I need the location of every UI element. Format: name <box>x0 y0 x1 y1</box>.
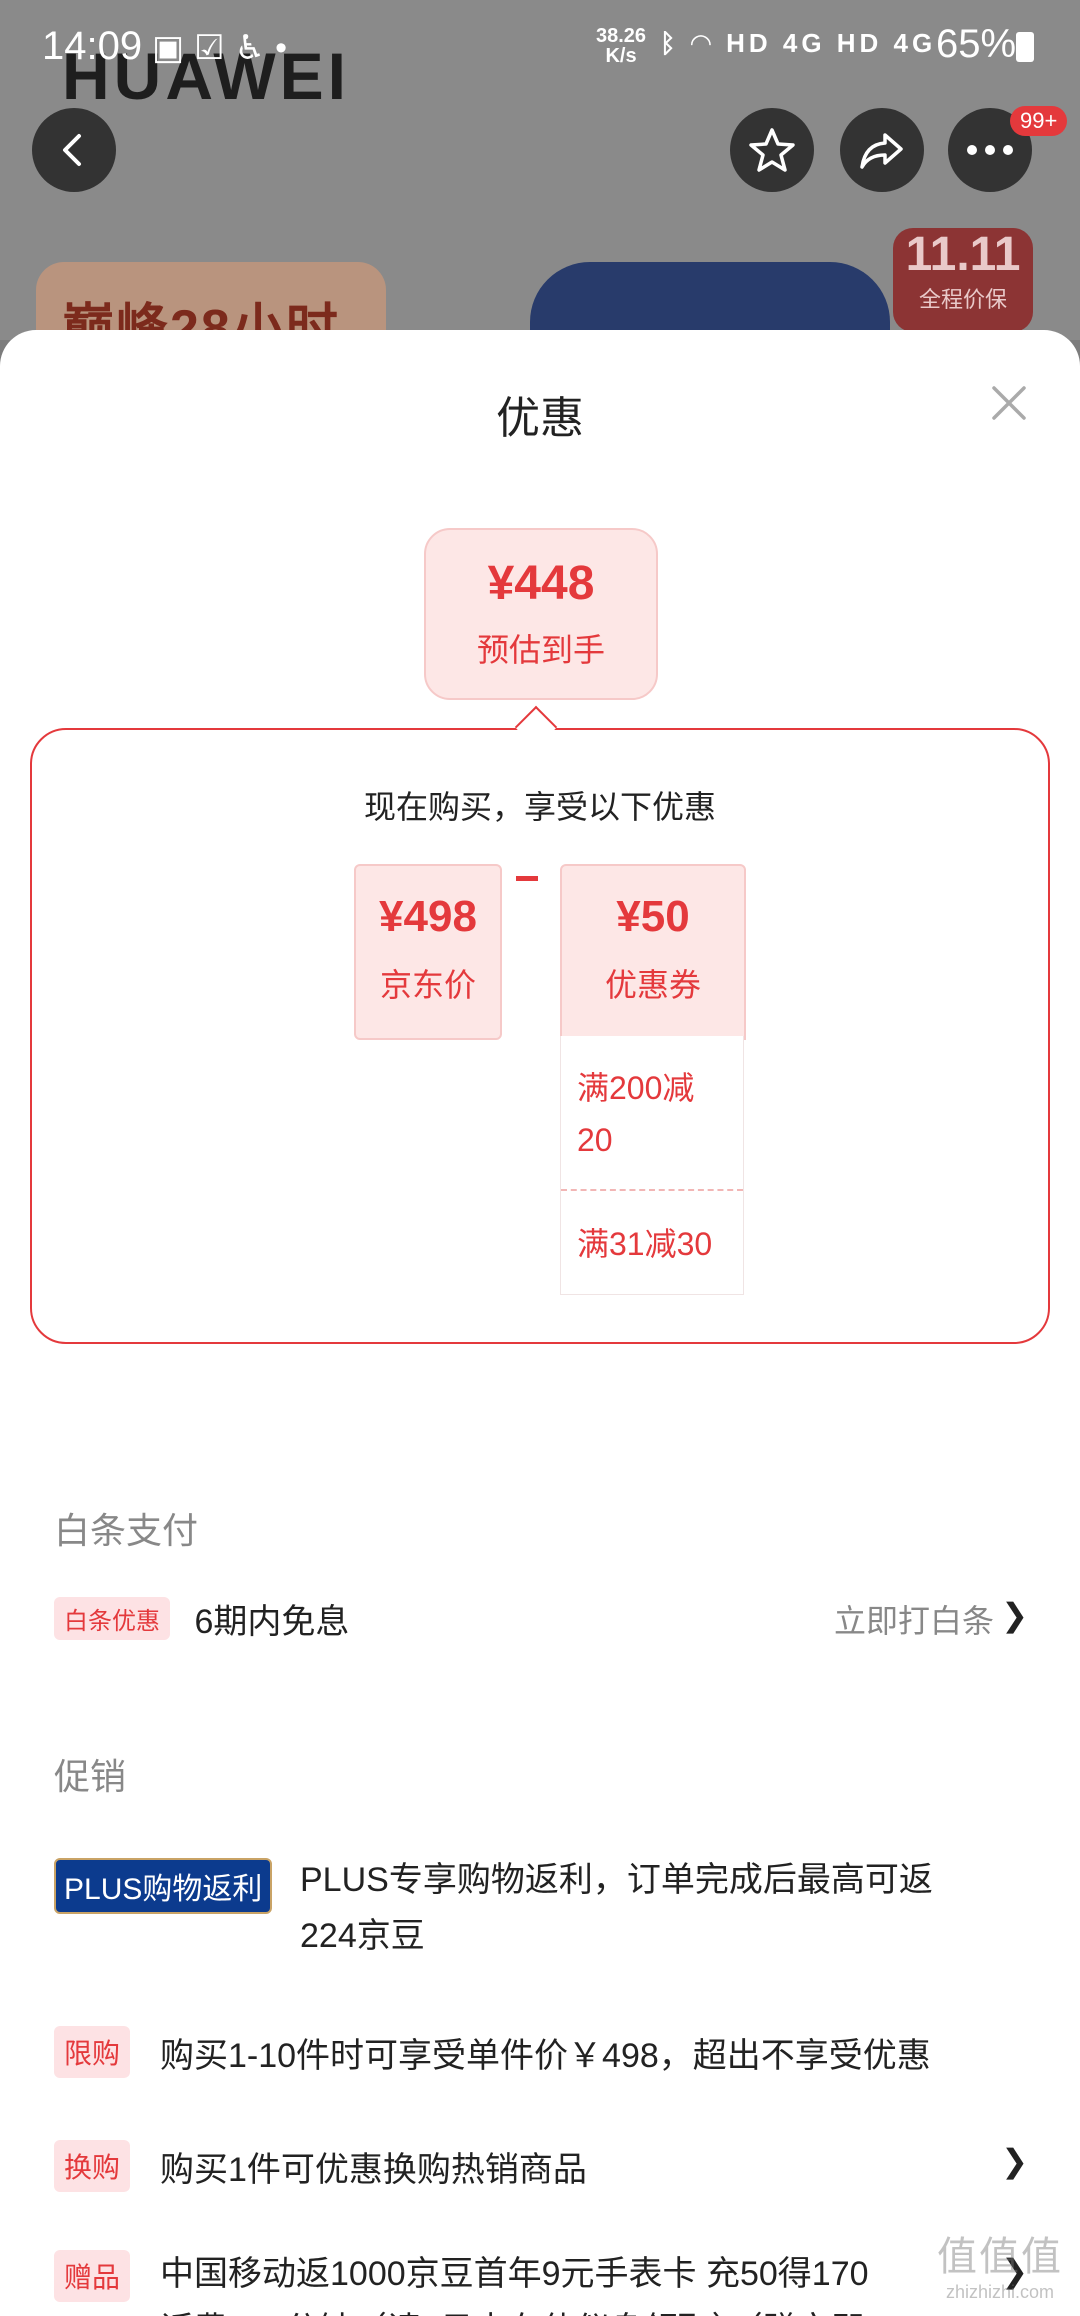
message-count-badge: 99+ <box>1010 106 1068 136</box>
back-button[interactable] <box>32 108 116 192</box>
badge-title: 11.11 <box>905 228 1021 281</box>
coupon-conditions: 满200减20 满31减30 <box>560 1036 744 1295</box>
gift-text-line2: 话费100分钟（请7日内在使仪身领取）（赠完即 <box>160 2302 1020 2316</box>
limit-text: 购买1-10件时可享受单件价￥498，超出不享受优惠 <box>160 2037 931 2075</box>
estimated-price-card: ¥448 预估到手 <box>424 528 658 700</box>
calc-title: 现在购买，享受以下优惠 <box>363 789 716 825</box>
jd-price-card: ¥498 京东价 <box>354 864 502 1040</box>
promo-banner-text: 巅峰28小时 <box>62 300 340 340</box>
network-status: ᛒ ◠ HD 4G HD 4G <box>660 28 936 59</box>
jd-price-amount: ¥498 <box>379 892 477 941</box>
dot-icon: • <box>275 29 297 67</box>
close-icon <box>992 386 1026 420</box>
promotion-section-title: 促销 <box>54 1756 127 1797</box>
exchange-text: 购买1件可优惠换购热销商品 <box>160 2151 587 2189</box>
battery-percent: 65% <box>936 22 1017 66</box>
check-icon: ☑ <box>194 29 235 67</box>
network-speed-value: 38.26 <box>596 25 647 47</box>
sheet-title: 优惠 <box>496 394 584 443</box>
battery-icon <box>1016 32 1034 62</box>
estimated-price-amount: ¥448 <box>487 557 595 610</box>
plus-rebate-tag: PLUS购物返利 <box>54 1858 273 1914</box>
baitiao-text: 6期内免息 <box>194 1603 350 1641</box>
status-bar: 14:09 ▣☑♿• 38.26 K/s ᛒ ◠ HD 4G HD 4G 65% <box>0 0 1080 90</box>
gift-tag: 赠品 <box>54 2250 131 2302</box>
wifi-icon: ◠ <box>690 28 715 58</box>
coupon-condition: 满31减30 <box>577 1226 713 1262</box>
gift-text: 中国移动返1000京豆首年9元手表卡 充50得170 话费100分钟（请7日内在… <box>160 2246 1020 2316</box>
person-icon: ♿ <box>234 29 276 67</box>
badge-subtitle: 全程价保 <box>918 287 1007 312</box>
jd-price-label: 京东价 <box>379 967 476 1003</box>
baitiao-row[interactable]: 白条优惠 6期内免息 立即打白条 ❯ <box>54 1594 1034 1654</box>
star-icon <box>749 128 795 172</box>
bluetooth-icon: ᛒ <box>660 28 680 58</box>
baitiao-tag: 白条优惠 <box>54 1597 170 1640</box>
chevron-right-icon: ❯ <box>1001 1597 1028 1633</box>
minus-sign <box>516 876 538 881</box>
chevron-left-icon <box>63 134 81 166</box>
estimated-price-label: 预估到手 <box>476 632 605 668</box>
exchange-tag: 换购 <box>54 2140 131 2192</box>
network-speed: 38.26 K/s <box>596 26 646 66</box>
more-dots-icon <box>967 145 1013 155</box>
share-button[interactable] <box>840 108 924 192</box>
plus-rebate-text-line2: 224京豆 <box>300 1917 425 1955</box>
coupon-condition: 满200减20 <box>561 1036 743 1191</box>
gift-text-line1: 中国移动返1000京豆首年9元手表卡 充50得170 <box>160 2255 869 2293</box>
double-eleven-badge: 11.11 全程价保 <box>893 228 1033 332</box>
discount-sheet: 优惠 ¥448 预估到手 现在购买，享受以下优惠 ¥498 京东价 ¥50 优惠… <box>0 330 1080 2316</box>
coupon-amount: ¥50 <box>616 892 690 941</box>
watermark: 值值值 zhizhizhi.com <box>930 2224 1070 2303</box>
baitiao-section-title: 白条支付 <box>54 1510 199 1551</box>
product-image <box>530 262 890 340</box>
promo-banner: 巅峰28小时 <box>36 262 386 340</box>
watermark-url: zhizhizhi.com <box>945 2282 1055 2302</box>
price-calculation-box: 现在购买，享受以下优惠 ¥498 京东价 ¥50 优惠券 满200减20 满31… <box>30 728 1050 1344</box>
watermark-logo: 值值值 <box>937 2235 1063 2279</box>
plus-rebate-text: PLUS专享购物返利，订单完成后最高可返 224京豆 <box>300 1852 1040 1964</box>
baitiao-action[interactable]: 立即打白条 <box>834 1596 994 1642</box>
status-time: 14:09 <box>42 24 143 68</box>
close-button[interactable] <box>984 378 1034 428</box>
coupon-label: 优惠券 <box>604 967 701 1003</box>
gallery-icon: ▣ <box>152 29 195 67</box>
signal-text: HD 4G HD 4G <box>726 28 937 58</box>
network-speed-unit: K/s <box>605 45 637 67</box>
limit-tag: 限购 <box>54 2026 131 2078</box>
chevron-right-icon: ❯ <box>1001 2143 1028 2179</box>
notification-icons: ▣☑♿• <box>152 28 297 68</box>
share-icon <box>860 133 903 169</box>
favorite-button[interactable] <box>730 108 814 192</box>
coupon-card: ¥50 优惠券 <box>560 864 746 1040</box>
plus-rebate-text-line1: PLUS专享购物返利，订单完成后最高可返 <box>300 1861 933 1899</box>
